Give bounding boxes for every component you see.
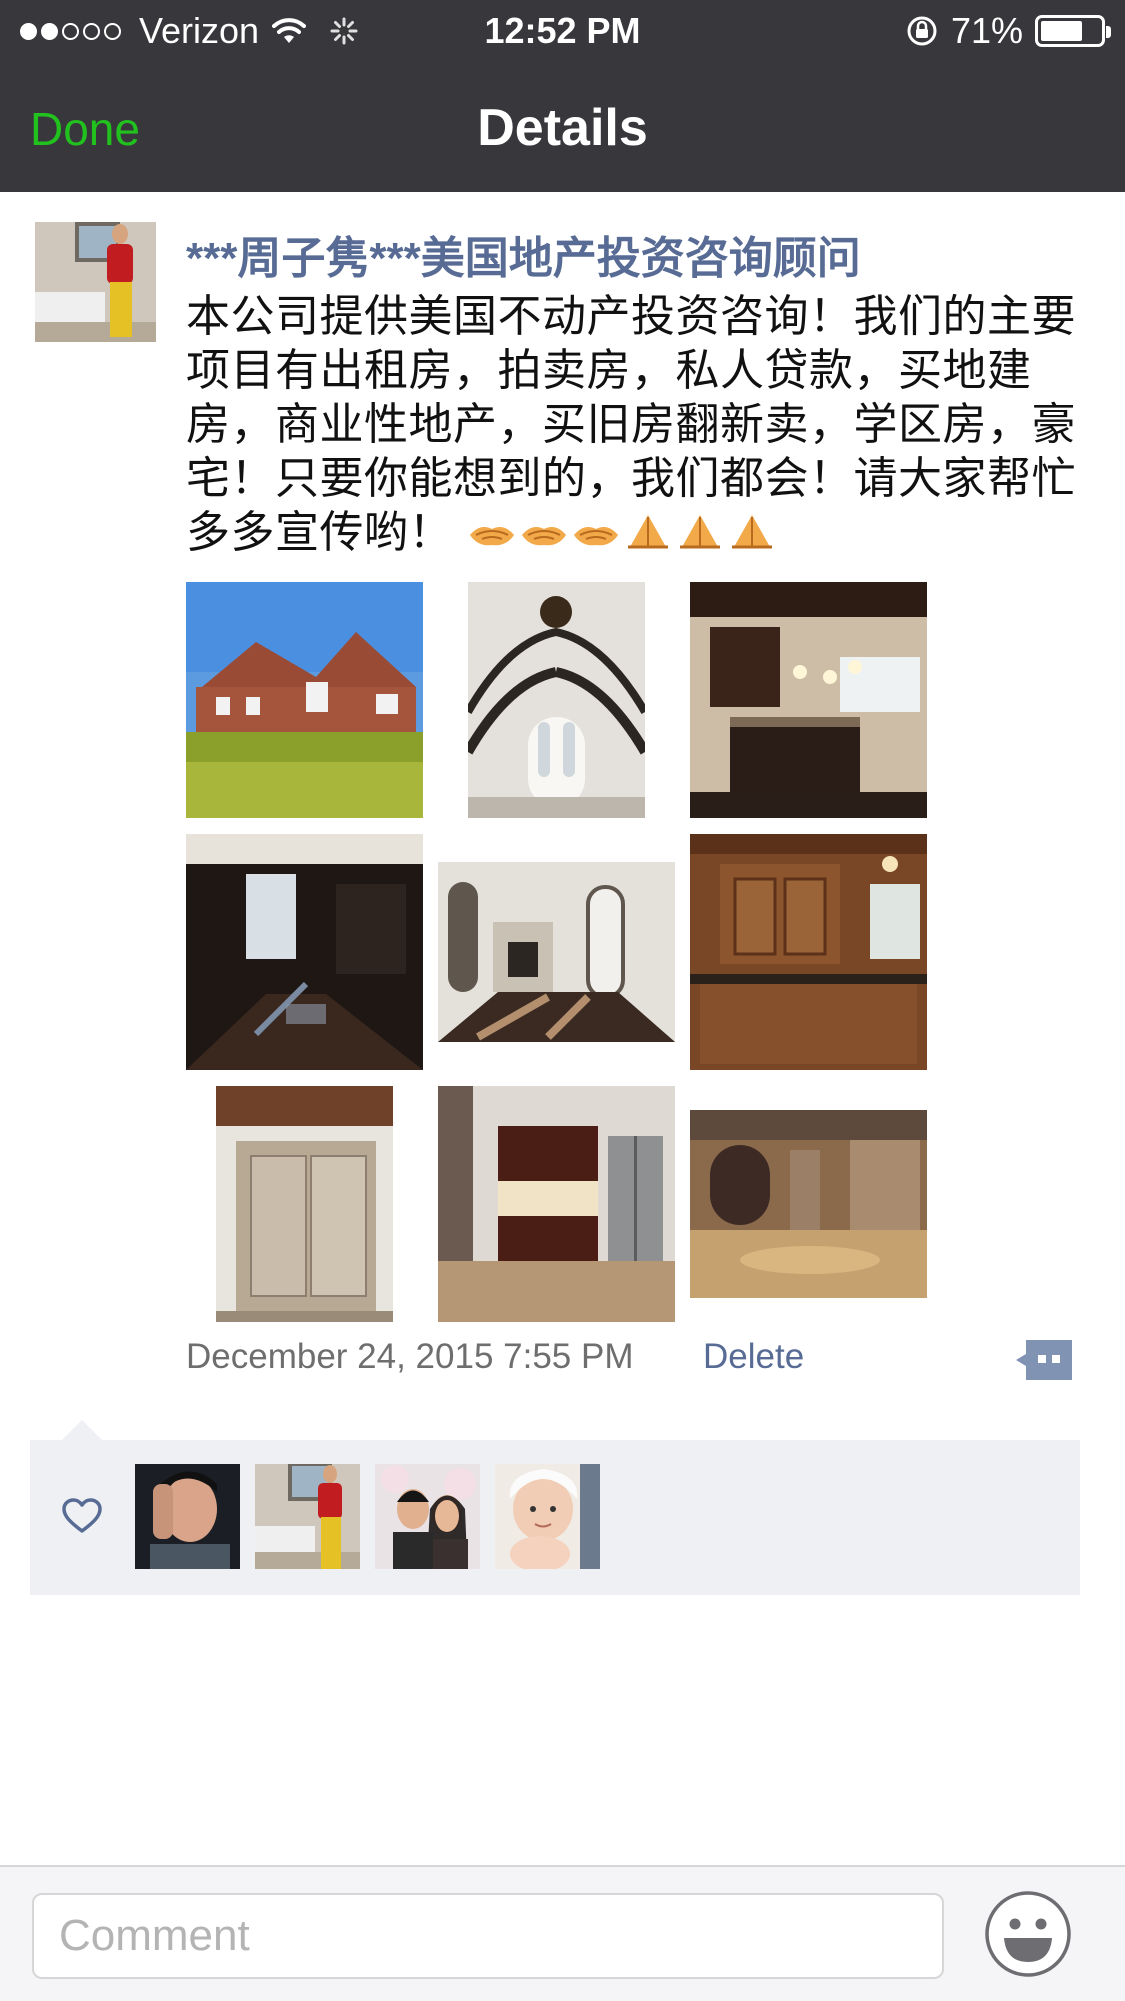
liker-avatar-4[interactable] bbox=[495, 1464, 600, 1569]
top-bar: Verizon 12:52 PM 71% Done Details bbox=[0, 0, 1125, 192]
comment-input[interactable] bbox=[32, 1893, 944, 1979]
liker-avatar-1[interactable] bbox=[135, 1464, 240, 1569]
status-bar: Verizon 12:52 PM 71% bbox=[0, 0, 1125, 64]
grand-staircase-photo[interactable] bbox=[468, 582, 645, 818]
handshake-emoji bbox=[521, 527, 566, 546]
nav-bar: Done Details bbox=[0, 64, 1125, 192]
likes-caret bbox=[60, 1420, 104, 1442]
delete-button[interactable]: Delete bbox=[703, 1337, 804, 1377]
author-avatar[interactable] bbox=[35, 222, 156, 342]
fireplace-room-photo[interactable] bbox=[438, 862, 675, 1042]
wood-cabinets-photo[interactable] bbox=[690, 834, 927, 1070]
pray-emoji bbox=[731, 515, 772, 549]
battery-icon bbox=[1035, 15, 1111, 47]
emoji-face-icon[interactable] bbox=[984, 1890, 1072, 1978]
house-exterior-photo[interactable] bbox=[186, 582, 423, 818]
kitchen-island-photo[interactable] bbox=[690, 582, 927, 818]
heart-icon bbox=[62, 1498, 102, 1533]
rotation-lock-icon bbox=[907, 16, 937, 46]
pray-emoji bbox=[679, 515, 720, 549]
emoji-row bbox=[468, 507, 780, 558]
handshake-emoji bbox=[573, 527, 618, 546]
handshake-emoji bbox=[469, 527, 514, 546]
stone-basement-photo[interactable] bbox=[690, 1110, 927, 1298]
battery-fill bbox=[1041, 21, 1082, 41]
basement-kitchen-photo[interactable] bbox=[438, 1086, 675, 1322]
liker-avatar-3[interactable] bbox=[375, 1464, 480, 1569]
glass-shower-photo[interactable] bbox=[216, 1086, 393, 1322]
battery-percent: 71% bbox=[950, 10, 1023, 51]
post-text: 本公司提供美国不动产投资咨询！我们的主要项目有出租房，拍卖房，私人贷款，买地建房… bbox=[186, 290, 1091, 560]
post-timestamp: December 24, 2015 7:55 PM bbox=[186, 1337, 634, 1376]
liker-avatar-2[interactable] bbox=[255, 1464, 360, 1569]
comment-bar bbox=[0, 1865, 1125, 2001]
status-right: 71% bbox=[905, 10, 1111, 52]
dark-room-photo[interactable] bbox=[186, 834, 423, 1070]
page-title: Details bbox=[477, 99, 648, 157]
author-name[interactable]: ***周子隽***美国地产投资咨询顾问 bbox=[186, 222, 861, 286]
pray-emoji bbox=[627, 515, 668, 549]
comment-bubble-icon[interactable] bbox=[1014, 1338, 1074, 1382]
